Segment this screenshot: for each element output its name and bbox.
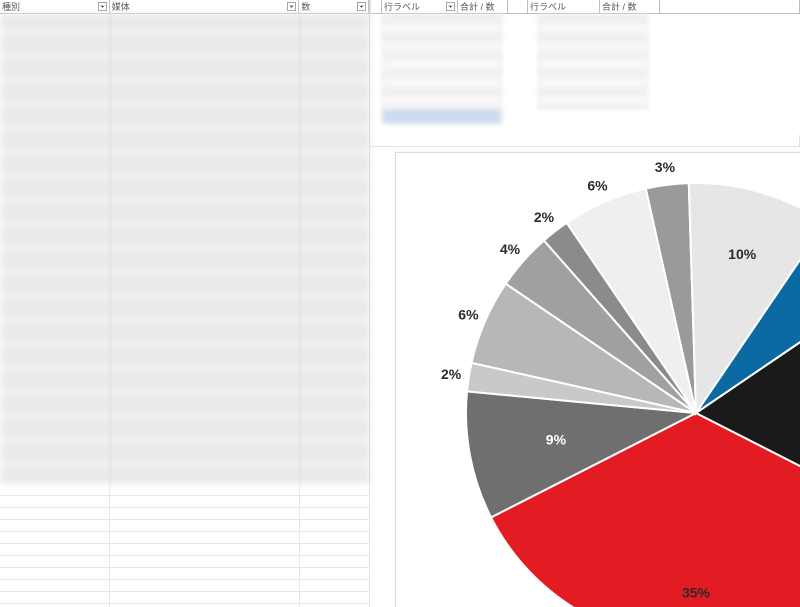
pivot-value-header: 合計 / 数 <box>458 0 508 14</box>
pivot-header-row: 行ラベル 合計 / 数 行ラベル 合計 / 数 <box>370 0 800 14</box>
pivot-grand-total-row <box>383 111 501 123</box>
column-header-media[interactable]: 媒体 <box>110 0 299 14</box>
spacer-cell <box>660 0 800 14</box>
pivot-header-label: 行ラベル <box>530 0 566 13</box>
column-header-label: 種別 <box>2 0 20 13</box>
pie-chart-svg: 35%9%2%6%4%2%6%3%10%6% <box>396 153 800 607</box>
column-header-label: 媒体 <box>112 0 130 13</box>
grid-lines <box>370 135 800 153</box>
pivot-row-label-header: 行ラベル <box>528 0 600 14</box>
pie-slice-label: 3% <box>655 159 676 175</box>
pivot-summary-blurred <box>382 14 502 124</box>
pivot-area: 行ラベル 合計 / 数 行ラベル 合計 / 数 <box>370 0 800 150</box>
table-header-row: 種別 媒体 数 <box>0 0 369 14</box>
filter-dropdown-icon[interactable] <box>287 2 296 11</box>
pie-slice-label: 2% <box>534 209 555 225</box>
table-body-blurred <box>0 14 370 484</box>
filter-dropdown-icon[interactable] <box>357 2 366 11</box>
pivot-header-label: 合計 / 数 <box>602 0 637 13</box>
pie-slice-label: 35% <box>682 584 711 600</box>
pie-slice-label: 4% <box>500 241 521 257</box>
spacer-cell <box>508 0 528 14</box>
pivot-value-header: 合計 / 数 <box>600 0 660 14</box>
pie-slice-label: 10% <box>728 246 757 262</box>
pivot-header-label: 合計 / 数 <box>460 0 495 13</box>
column-header-label: 数 <box>301 0 310 13</box>
pivot-row-label-header[interactable]: 行ラベル <box>382 0 458 14</box>
pie-slice-label: 6% <box>587 177 608 193</box>
filter-dropdown-icon[interactable] <box>98 2 107 11</box>
column-header-type[interactable]: 種別 <box>0 0 110 14</box>
pivot-header-label: 行ラベル <box>384 0 420 13</box>
pivot-body <box>382 14 782 134</box>
column-divider <box>110 14 111 484</box>
empty-grid: /*rows rendered below*/ <box>0 484 370 607</box>
pie-slice-label: 2% <box>441 366 462 382</box>
filter-dropdown-icon[interactable] <box>446 2 455 11</box>
gutter-cell <box>370 0 382 14</box>
pie-chart[interactable]: 35%9%2%6%4%2%6%3%10%6% <box>395 152 800 607</box>
column-header-count[interactable]: 数 <box>299 0 369 14</box>
column-divider <box>300 14 301 484</box>
pie-slice-label: 9% <box>546 432 567 448</box>
data-table: 種別 媒体 数 /*rows rendered <box>0 0 370 607</box>
pivot-summary-blurred <box>538 14 648 109</box>
pie-slice-label: 6% <box>458 307 479 323</box>
